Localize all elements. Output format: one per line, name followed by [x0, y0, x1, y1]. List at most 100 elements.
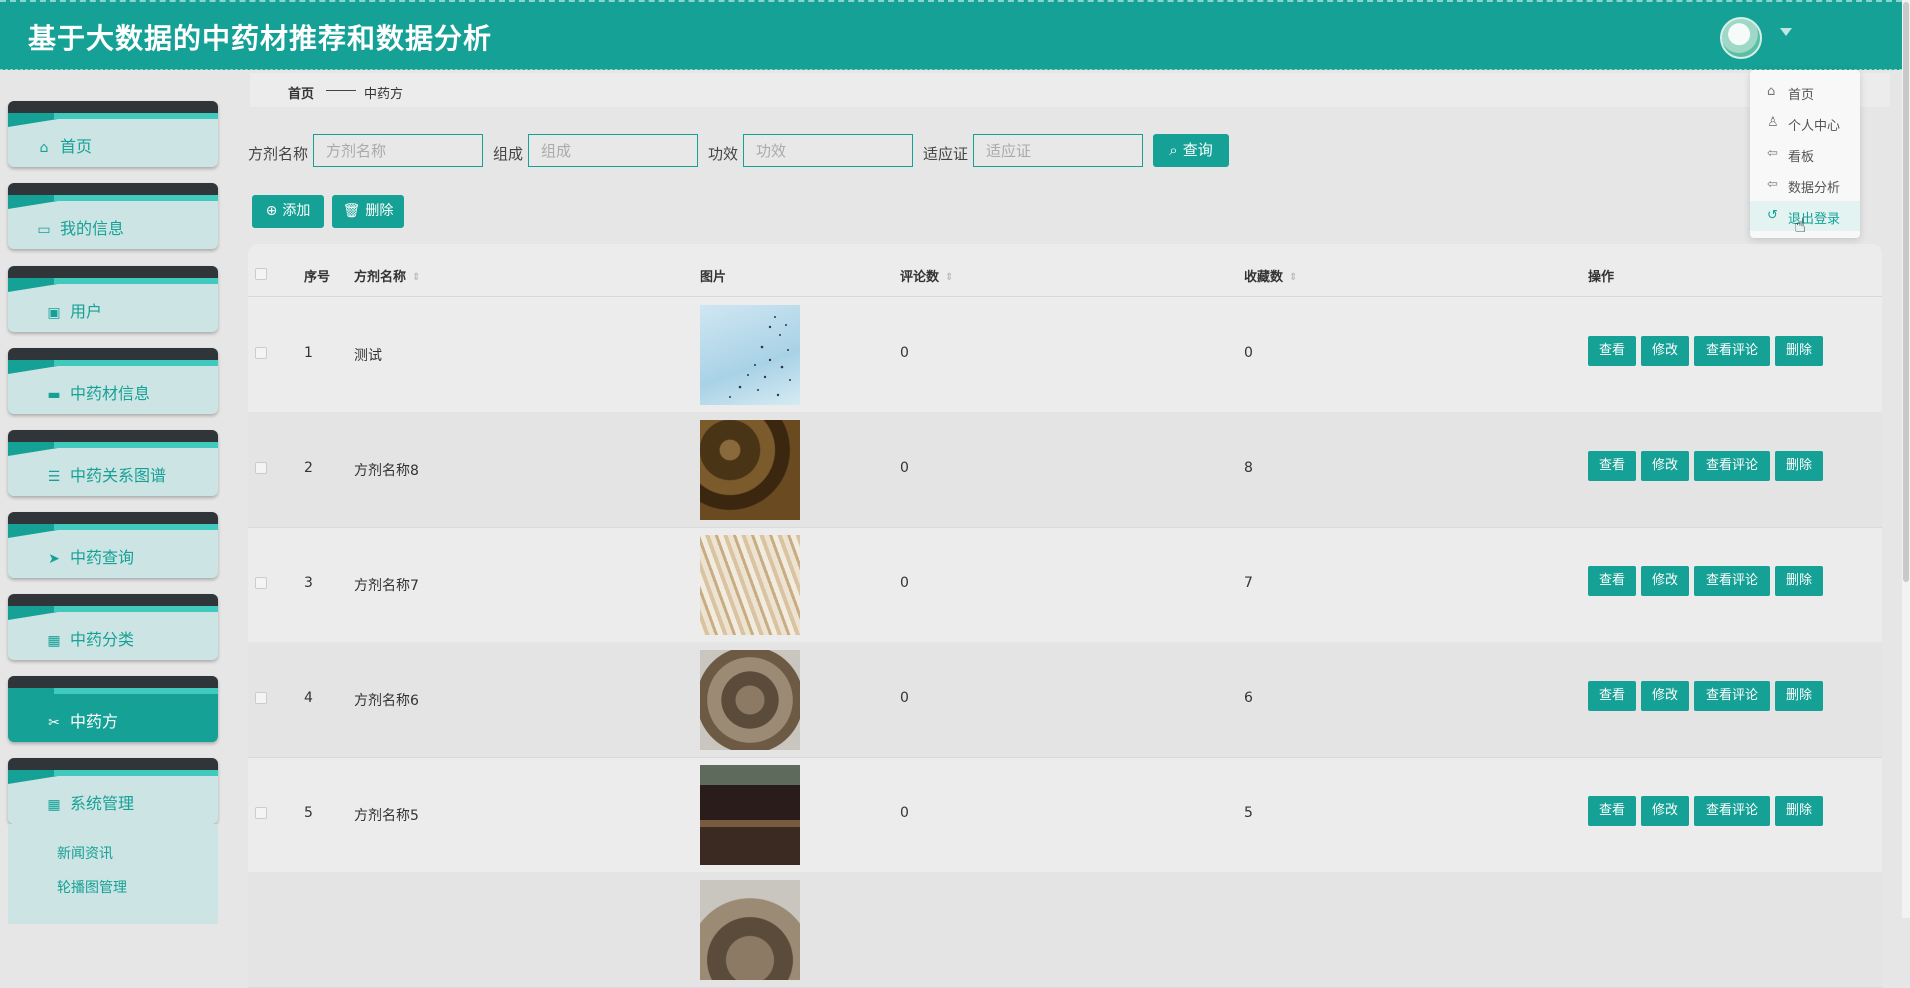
grid-icon: ▦ — [47, 633, 61, 649]
column-header-label: 评论数 — [900, 270, 940, 285]
sidebar-item-home[interactable]: ⌂ 首页 — [8, 101, 218, 167]
column-header-name[interactable]: 方剂名称 ⇕ — [354, 266, 420, 285]
edit-button[interactable]: 修改 — [1641, 681, 1689, 711]
view-button[interactable]: 查看 — [1588, 451, 1636, 481]
view-button[interactable]: 查看 — [1588, 336, 1636, 366]
column-header-favorites[interactable]: 收藏数 ⇕ — [1244, 266, 1297, 285]
select-all-checkbox[interactable] — [255, 268, 267, 280]
row-checkbox[interactable] — [255, 577, 267, 589]
search-button[interactable]: ⌕ 查询 — [1153, 134, 1229, 167]
hand-cursor-icon: ☝ — [1794, 213, 1807, 237]
row-comments: 0 — [900, 460, 909, 476]
sort-icon[interactable]: ⇕ — [412, 272, 420, 283]
prescription-image — [700, 880, 800, 980]
sidebar-item-prescription[interactable]: ✂ 中药方 — [8, 676, 218, 742]
sort-icon[interactable]: ⇕ — [1289, 272, 1297, 283]
add-button[interactable]: ⊕ 添加 — [252, 195, 324, 228]
sidebar-item-label: 中药材信息 — [70, 384, 151, 403]
row-index: 1 — [304, 345, 313, 361]
row-favorites: 7 — [1244, 575, 1253, 591]
row-index: 5 — [304, 805, 313, 821]
table-row — [248, 872, 1882, 988]
delete-row-button[interactable]: 删除 — [1775, 451, 1823, 481]
row-index: 4 — [304, 690, 313, 706]
name-search-input[interactable] — [313, 134, 483, 167]
delete-row-button[interactable]: 删除 — [1775, 681, 1823, 711]
sidebar-item-label: 我的信息 — [60, 219, 125, 238]
composition-search-input[interactable] — [528, 134, 698, 167]
view-button[interactable]: 查看 — [1588, 796, 1636, 826]
breadcrumb-home[interactable]: 首页 — [288, 83, 314, 102]
grid-icon: ▦ — [47, 797, 61, 813]
view-comments-button[interactable]: 查看评论 — [1694, 796, 1770, 826]
home-icon: ⌂ — [1767, 84, 1776, 99]
sidebar: ⌂ 首页 ▭ 我的信息 ▣ 用户 ▬ 中药材信息 ☰ 中药关系图谱 ➤ 中药查询 ▦ 中药分类… — [0, 70, 228, 924]
sidebar-item-herb-graph[interactable]: ☰ 中药关系图谱 — [8, 430, 218, 496]
delete-row-button[interactable]: 删除 — [1775, 796, 1823, 826]
delete-row-button[interactable]: 删除 — [1775, 566, 1823, 596]
list-icon: ☰ — [47, 469, 61, 485]
submenu-item-news[interactable]: 新闻资讯 — [57, 843, 113, 863]
table-row: 1 测试 0 0 查看 修改 查看评论 删除 — [248, 297, 1882, 413]
effect-search-input[interactable] — [743, 134, 913, 167]
column-header-image: 图片 — [700, 270, 727, 285]
row-checkbox[interactable] — [255, 347, 267, 359]
monitor-icon: ▬ — [47, 387, 61, 403]
scrollbar-thumb[interactable] — [1903, 2, 1909, 582]
chevron-down-icon[interactable] — [1780, 28, 1792, 36]
row-checkbox[interactable] — [255, 462, 267, 474]
view-button[interactable]: 查看 — [1588, 681, 1636, 711]
edit-button[interactable]: 修改 — [1641, 336, 1689, 366]
add-button-label: 添加 — [282, 203, 311, 219]
view-comments-button[interactable]: 查看评论 — [1694, 336, 1770, 366]
row-index: 2 — [304, 460, 313, 476]
row-name: 测试 — [354, 348, 382, 364]
edit-button[interactable]: 修改 — [1641, 796, 1689, 826]
view-button[interactable]: 查看 — [1588, 566, 1636, 596]
sidebar-item-my-info[interactable]: ▭ 我的信息 — [8, 183, 218, 249]
row-checkbox[interactable] — [255, 692, 267, 704]
submenu-item-carousel[interactable]: 轮播图管理 — [57, 877, 127, 897]
top-header: 基于大数据的中药材推荐和数据分析 — [0, 0, 1902, 70]
row-index: 3 — [304, 575, 313, 591]
view-comments-button[interactable]: 查看评论 — [1694, 566, 1770, 596]
sidebar-item-users[interactable]: ▣ 用户 — [8, 266, 218, 332]
dropdown-item-dashboard[interactable]: ⇦ 看板 — [1750, 139, 1860, 169]
sidebar-item-herb-category[interactable]: ▦ 中药分类 — [8, 594, 218, 660]
sidebar-item-label: 中药分类 — [70, 630, 135, 649]
edit-button[interactable]: 修改 — [1641, 451, 1689, 481]
data-table: 序号 方剂名称 ⇕ 图片 评论数 ⇕ 收藏数 ⇕ 操作 1 测试 0 0 查看 修改 … — [248, 244, 1882, 988]
page-scrollbar[interactable] — [1902, 0, 1910, 918]
table-header: 序号 方剂名称 ⇕ 图片 评论数 ⇕ 收藏数 ⇕ 操作 — [248, 244, 1882, 297]
edit-button[interactable]: 修改 — [1641, 566, 1689, 596]
delete-row-button[interactable]: 删除 — [1775, 336, 1823, 366]
back-arrow-icon: ⇦ — [1767, 177, 1778, 192]
column-header-comments[interactable]: 评论数 ⇕ — [900, 266, 953, 285]
table-row: 3 方剂名称7 0 7 查看 修改 查看评论 删除 — [248, 527, 1882, 643]
dropdown-item-analysis[interactable]: ⇦ 数据分析 — [1750, 170, 1860, 200]
sidebar-item-label: 首页 — [60, 137, 93, 156]
row-comments: 0 — [900, 690, 909, 706]
search-label-name: 方剂名称 — [248, 145, 309, 163]
delete-button[interactable]: 🗑 删除 — [332, 195, 404, 228]
sidebar-item-herb-info[interactable]: ▬ 中药材信息 — [8, 348, 218, 414]
row-name: 方剂名称8 — [354, 463, 419, 479]
home-icon: ⌂ — [39, 140, 49, 156]
view-comments-button[interactable]: 查看评论 — [1694, 681, 1770, 711]
sidebar-item-herb-query[interactable]: ➤ 中药查询 — [8, 512, 218, 578]
prescription-image — [700, 420, 800, 520]
sidebar-item-system[interactable]: ▦ 系统管理 — [8, 758, 218, 824]
sort-icon[interactable]: ⇕ — [945, 272, 953, 283]
avatar[interactable] — [1720, 17, 1762, 59]
indication-search-input[interactable] — [973, 134, 1143, 167]
search-label-composition: 组成 — [493, 145, 524, 163]
search-icon: ⌕ — [1169, 141, 1178, 159]
view-comments-button[interactable]: 查看评论 — [1694, 451, 1770, 481]
sidebar-item-label: 系统管理 — [70, 794, 135, 813]
dropdown-item-home[interactable]: ⌂ 首页 — [1750, 77, 1860, 107]
ticket-icon: ✂ — [48, 715, 60, 731]
sidebar-item-label: 中药查询 — [70, 548, 135, 567]
dropdown-item-profile[interactable]: ♙ 个人中心 — [1750, 108, 1860, 138]
row-checkbox[interactable] — [255, 807, 267, 819]
breadcrumb-current: 中药方 — [364, 87, 404, 102]
